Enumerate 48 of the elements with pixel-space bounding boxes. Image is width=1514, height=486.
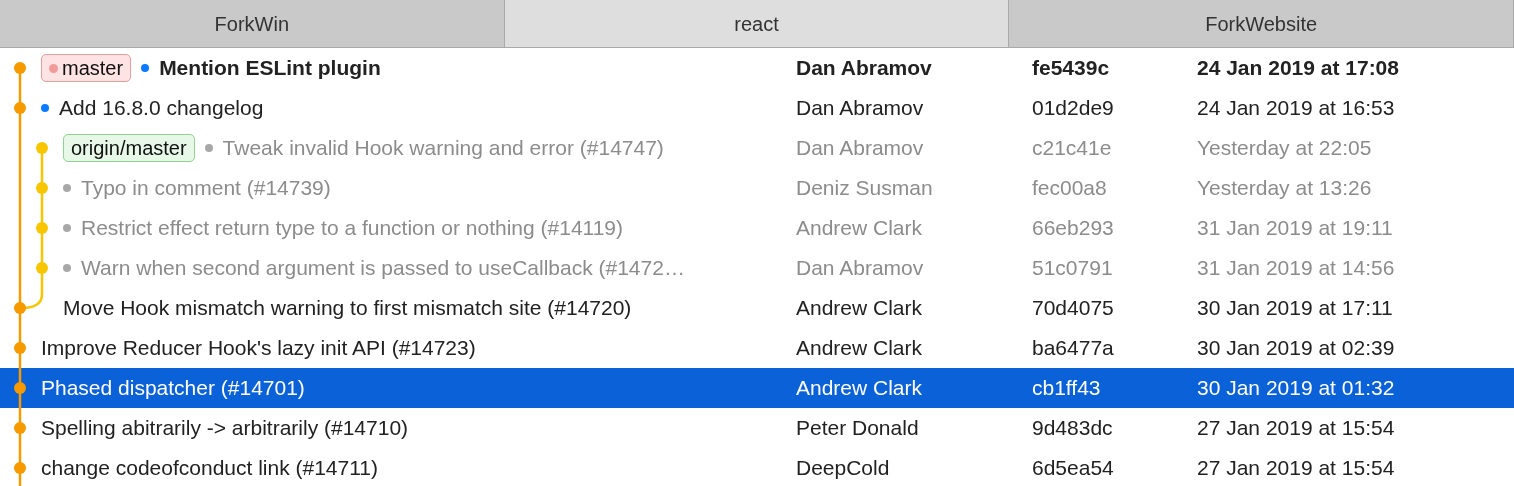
commit-date: Yesterday at 13:26 bbox=[1197, 175, 1372, 202]
commit-author: Dan Abramov bbox=[796, 55, 933, 82]
commit-date: 31 Jan 2019 at 14:56 bbox=[1197, 255, 1395, 282]
commit-hash: ba6477a bbox=[1032, 335, 1115, 362]
commit-author: Dan Abramov bbox=[796, 95, 925, 122]
commit-author: Dan Abramov bbox=[796, 135, 925, 162]
commit-row[interactable]: Phased dispatcher (#14701) Andrew Clark cb1ff43 30 Jan 2019 at 01:32 bbox=[0, 368, 1514, 408]
commit-hash: cb1ff43 bbox=[1032, 375, 1102, 402]
commit-hash: 51c0791 bbox=[1032, 255, 1114, 282]
commit-message: Move Hook mismatch warning to first mismatch site (#14720) bbox=[63, 295, 632, 322]
commit-author: Dan Abramov bbox=[796, 255, 925, 282]
commit-message: Phased dispatcher (#14701) bbox=[41, 375, 305, 402]
commit-date: 24 Jan 2019 at 16:53 bbox=[1197, 95, 1395, 122]
branch-label[interactable]: master bbox=[41, 54, 132, 82]
commit-message: Spelling abitrarily -> arbitrarily (#14710) bbox=[41, 415, 409, 442]
commit-date: 27 Jan 2019 at 15:54 bbox=[1197, 415, 1395, 442]
commit-date: 31 Jan 2019 at 19:11 bbox=[1197, 215, 1393, 242]
commit-message: change codeofconduct link (#14711) bbox=[41, 455, 378, 482]
commit-hash: c21c41e bbox=[1032, 135, 1113, 162]
commit-author: Andrew Clark bbox=[796, 335, 924, 362]
commit-hash: fec00a8 bbox=[1032, 175, 1108, 202]
commit-hash: 9d483dc bbox=[1032, 415, 1114, 442]
branch-label[interactable]: origin/master bbox=[63, 134, 195, 162]
commit-date: 30 Jan 2019 at 17:11 bbox=[1197, 295, 1393, 322]
commit-hash: 6d5ea54 bbox=[1032, 455, 1115, 482]
commit-author: Peter Donald bbox=[796, 415, 920, 442]
commit-message: Mention ESLint plugin bbox=[159, 55, 381, 82]
commit-message: Add 16.8.0 changelog bbox=[59, 95, 264, 122]
commit-message: Restrict effect return type to a function or nothing (#14119) bbox=[81, 215, 624, 242]
commit-message: Improve Reducer Hook's lazy init API (#14723) bbox=[41, 335, 476, 362]
commit-hash: fe5439c bbox=[1032, 55, 1111, 82]
repository-tab[interactable]: react bbox=[504, 0, 1010, 47]
commit-date: 24 Jan 2019 at 17:08 bbox=[1197, 55, 1399, 82]
commit-message: Tweak invalid Hook warning and error (#14747) bbox=[222, 135, 664, 162]
commit-hash: 01d2de9 bbox=[1032, 95, 1115, 122]
commit-author: Andrew Clark bbox=[796, 295, 924, 322]
commit-hash: 66eb293 bbox=[1032, 215, 1115, 242]
commit-message: Typo in comment (#14739) bbox=[81, 175, 331, 202]
commit-author: Andrew Clark bbox=[796, 215, 924, 242]
commit-date: Yesterday at 22:05 bbox=[1197, 135, 1372, 162]
commit-date: 30 Jan 2019 at 01:32 bbox=[1197, 375, 1395, 402]
commit-message: Warn when second argument is passed to useCallback (#1472… bbox=[81, 255, 685, 282]
commit-author: DeepCold bbox=[796, 455, 891, 482]
commit-date: 30 Jan 2019 at 02:39 bbox=[1197, 335, 1395, 362]
commit-author: Andrew Clark bbox=[796, 375, 924, 402]
commit-hash: 70d4075 bbox=[1032, 295, 1115, 322]
commit-author: Deniz Susman bbox=[796, 175, 934, 202]
commit-date: 27 Jan 2019 at 15:54 bbox=[1197, 455, 1395, 482]
